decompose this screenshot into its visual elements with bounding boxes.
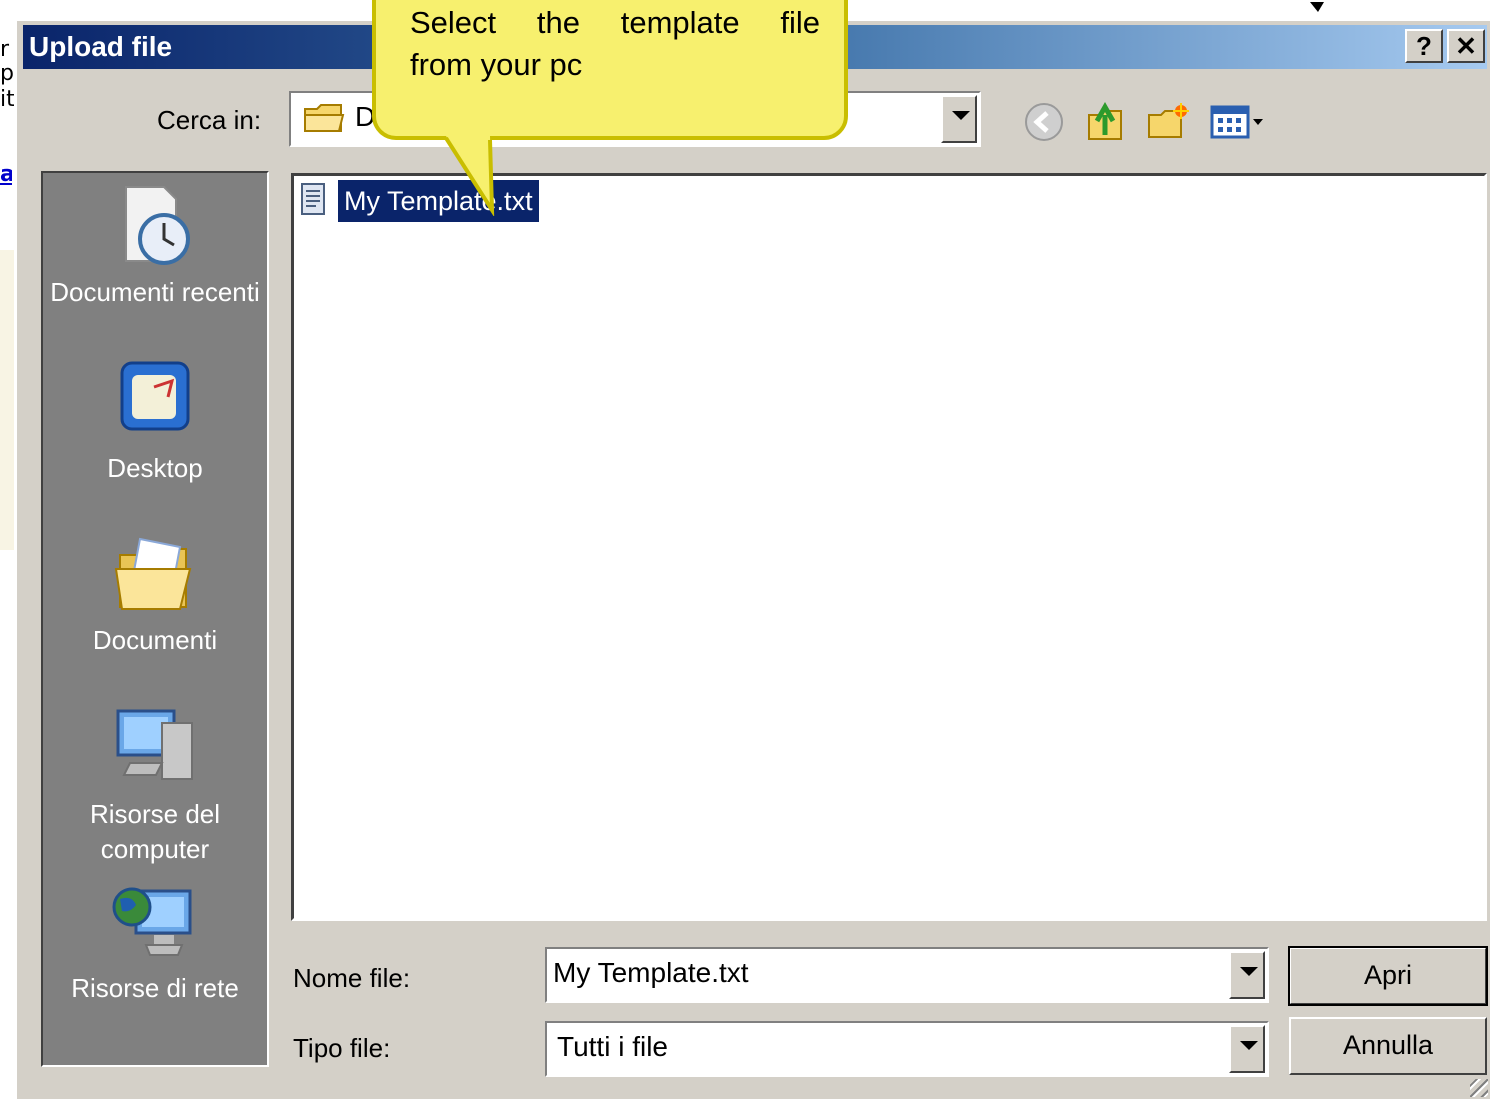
background-mark [1290,0,1330,14]
place-label: Risorse del computer [89,799,221,864]
background-text-fragment: it [0,87,15,112]
look-in-label: Cerca in: [157,105,262,135]
place-label: Risorse di rete [71,973,239,1003]
file-list[interactable]: My Template.txt [291,173,1487,921]
new-folder-icon[interactable] [1147,101,1189,143]
filetype-value: Tutti i file [557,1031,668,1062]
background-link[interactable]: al [0,162,12,186]
place-documents[interactable]: Documenti [43,529,267,658]
place-desktop[interactable]: Desktop [43,357,267,486]
network-icon [112,887,192,956]
desktop-icon [120,361,190,431]
filename-label: Nome file: [293,963,411,993]
dialog-title: Upload file [29,31,173,62]
text-file-icon [301,183,325,215]
tooltip-line-1: Select the template file [410,5,820,40]
open-button[interactable]: Apri [1288,946,1488,1006]
filetype-select[interactable]: Tutti i file [545,1021,1269,1077]
filetype-label: Tipo file: [293,1033,391,1063]
chevron-down-icon[interactable] [941,95,977,143]
filename-combo[interactable]: My Template.txt [545,947,1269,1003]
view-menu-icon[interactable] [1209,101,1267,143]
upload-file-dialog: Upload file ? ✕ Cerca in: D Documenti re… [14,18,1490,1099]
back-icon[interactable] [1023,101,1065,143]
tooltip-tail [444,136,495,216]
chevron-down-icon[interactable] [1229,951,1265,999]
help-button[interactable]: ? [1405,29,1443,63]
recent-documents-icon [125,186,190,265]
filename-input[interactable]: My Template.txt [553,957,749,989]
background-text-fragment: r [0,37,10,62]
tooltip-callout: Select the template file from your pc [372,0,848,140]
tooltip-text: Select the template file from your pc [410,2,820,86]
background-panel [0,250,14,550]
documents-folder-icon [114,537,192,610]
place-my-computer[interactable]: Risorse del computer [43,703,267,867]
place-label: Documenti [92,625,218,655]
my-computer-icon [116,709,193,780]
close-button[interactable]: ✕ [1447,29,1485,63]
place-label: Documenti recenti [50,277,260,307]
up-folder-icon[interactable] [1085,101,1127,143]
place-label: Desktop [107,453,203,483]
place-network[interactable]: Risorse di rete [43,877,267,1006]
places-bar: Documenti recenti Desktop Documenti Riso… [41,171,269,1067]
tooltip-line-2: from your pc [410,47,583,82]
cancel-button[interactable]: Annulla [1289,1017,1487,1075]
resize-grip-icon[interactable] [1470,1079,1488,1097]
chevron-down-icon[interactable] [1229,1025,1265,1073]
place-recent-documents[interactable]: Documenti recenti [43,181,267,310]
folder-icon [304,104,345,132]
